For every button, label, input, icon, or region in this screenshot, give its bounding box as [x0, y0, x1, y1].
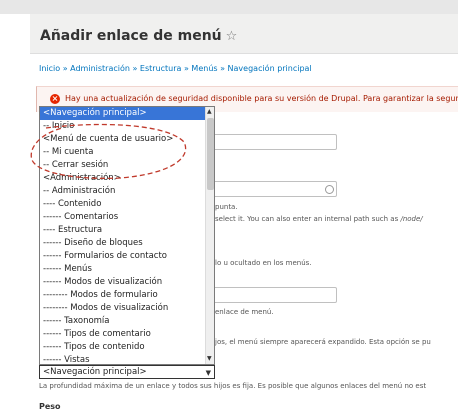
dropdown-option[interactable]: <Administración> — [40, 172, 205, 185]
dropdown-scrollbar[interactable]: ▲ ▼ — [205, 107, 214, 364]
dropdown-option[interactable]: ---- Contenido — [40, 198, 205, 211]
error-icon: × — [50, 94, 60, 104]
parent-link-description: La profundidad máxima de un enlace y tod… — [39, 382, 427, 390]
expanded-help-text: jos, el menú siempre aparecerá expandido… — [215, 338, 431, 346]
dropdown-option[interactable]: -- Administración — [40, 185, 205, 198]
description-help-text: enlace de menú. — [215, 308, 274, 316]
title-field[interactable] — [205, 134, 337, 150]
dropdown-option[interactable]: ------ Tipos de contenido — [40, 341, 205, 354]
dropdown-option[interactable]: ------ Tipos de comentario — [40, 328, 205, 341]
dropdown-option[interactable]: ------ Diseño de bloques — [40, 237, 205, 250]
description-field[interactable] — [205, 287, 337, 303]
star-icon[interactable]: ☆ — [226, 29, 238, 44]
breadcrumb[interactable]: Inicio » Administración » Estructura » M… — [39, 64, 312, 73]
link-help-text: punta. — [215, 203, 238, 211]
dropdown-option[interactable]: -- Inicio — [40, 120, 205, 133]
admin-toolbar — [0, 0, 458, 14]
dropdown-option[interactable]: -- Mi cuenta — [40, 146, 205, 159]
dropdown-option[interactable]: ---- Estructura — [40, 224, 205, 237]
alert-message: Hay una actualización de seguridad dispo… — [65, 94, 458, 103]
dropdown-option[interactable]: ------ Vistas — [40, 354, 205, 364]
dropdown-option[interactable]: ------ Modos de visualización — [40, 276, 205, 289]
dropdown-option[interactable]: <Navegación principal> — [40, 107, 205, 120]
dropdown-option[interactable]: -------- Modos de visualización — [40, 302, 205, 315]
dropdown-option[interactable]: ------ Menús — [40, 263, 205, 276]
parent-link-dropdown-list[interactable]: <Navegación principal> -- Inicio <Menú d… — [39, 106, 215, 365]
dropdown-option[interactable]: ------ Comentarios — [40, 211, 205, 224]
autocomplete-indicator — [325, 185, 334, 194]
scrollbar-thumb[interactable] — [207, 118, 214, 190]
weight-label: Peso — [39, 402, 61, 411]
dropdown-option[interactable]: -------- Modos de formulario — [40, 289, 205, 302]
chevron-down-icon: ▼ — [205, 369, 211, 377]
dropdown-option[interactable]: ------ Taxonomía — [40, 315, 205, 328]
dropdown-option[interactable]: -- Cerrar sesión — [40, 159, 205, 172]
arrow-down-icon[interactable]: ▼ — [207, 355, 212, 363]
link-help-text-2: select it. You can also enter an interna… — [215, 215, 423, 223]
arrow-up-icon[interactable]: ▲ — [207, 108, 212, 116]
page-title: Añadir enlace de menú ☆ — [40, 28, 238, 44]
parent-link-select[interactable]: <Navegación principal> ▼ — [39, 365, 215, 379]
page-header: Añadir enlace de menú ☆ — [30, 14, 458, 54]
link-field[interactable] — [205, 181, 337, 197]
dropdown-option[interactable]: <Menú de cuenta de usuario> — [40, 133, 205, 146]
enabled-help-text: lo u ocultado en los menús. — [215, 259, 312, 267]
dropdown-option[interactable]: ------ Formularios de contacto — [40, 250, 205, 263]
